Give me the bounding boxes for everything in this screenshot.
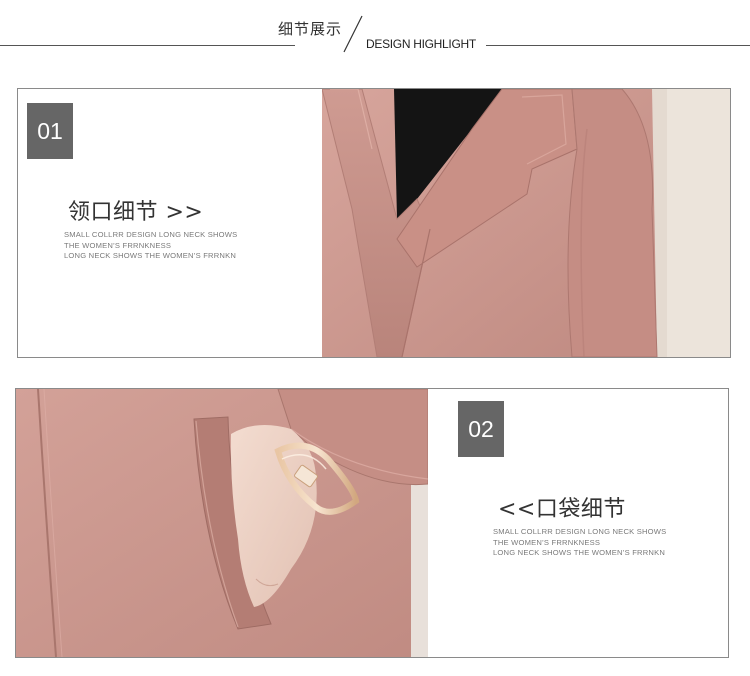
header-title-en: DESIGN HIGHLIGHT <box>366 37 476 51</box>
collar-detail-section: 01 领口细节 >> SMALL COLLRR DESIGN LONG NECK… <box>17 88 731 358</box>
description-line: LONG NECK SHOWS THE WOMEN’S FRRNKN <box>493 548 666 557</box>
section-number-badge: 01 <box>27 103 73 159</box>
section-description: SMALL COLLRR DESIGN LONG NECK SHOWS THE … <box>493 527 666 559</box>
section-title: 领口细节 >> <box>68 200 204 225</box>
section-header: 细节展示 DESIGN HIGHLIGHT <box>0 0 750 70</box>
header-divider-left <box>0 45 295 46</box>
header-divider-right <box>486 45 750 46</box>
description-line: SMALL COLLRR DESIGN LONG NECK SHOWS <box>64 230 238 239</box>
description-line: LONG NECK SHOWS THE WOMEN’S FRRNKN <box>64 251 237 260</box>
section-title: <<口袋细节 <box>498 497 626 522</box>
description-line: THE WOMEN’S FRRNKNESS <box>493 537 601 547</box>
pocket-photo <box>16 389 428 657</box>
description-line: THE WOMEN’S FRRNKNESS <box>64 240 172 250</box>
header-title-cn: 细节展示 <box>278 20 343 38</box>
collar-photo <box>322 89 730 357</box>
slash-divider <box>343 15 363 53</box>
description-line: SMALL COLLRR DESIGN LONG NECK SHOWS <box>493 527 667 536</box>
pocket-detail-section: 02 <<口袋细节 SMALL COLLRR DESIGN LONG NECK … <box>15 388 729 658</box>
section-description: SMALL COLLRR DESIGN LONG NECK SHOWS THE … <box>64 230 237 262</box>
section-number-badge: 02 <box>458 401 504 457</box>
